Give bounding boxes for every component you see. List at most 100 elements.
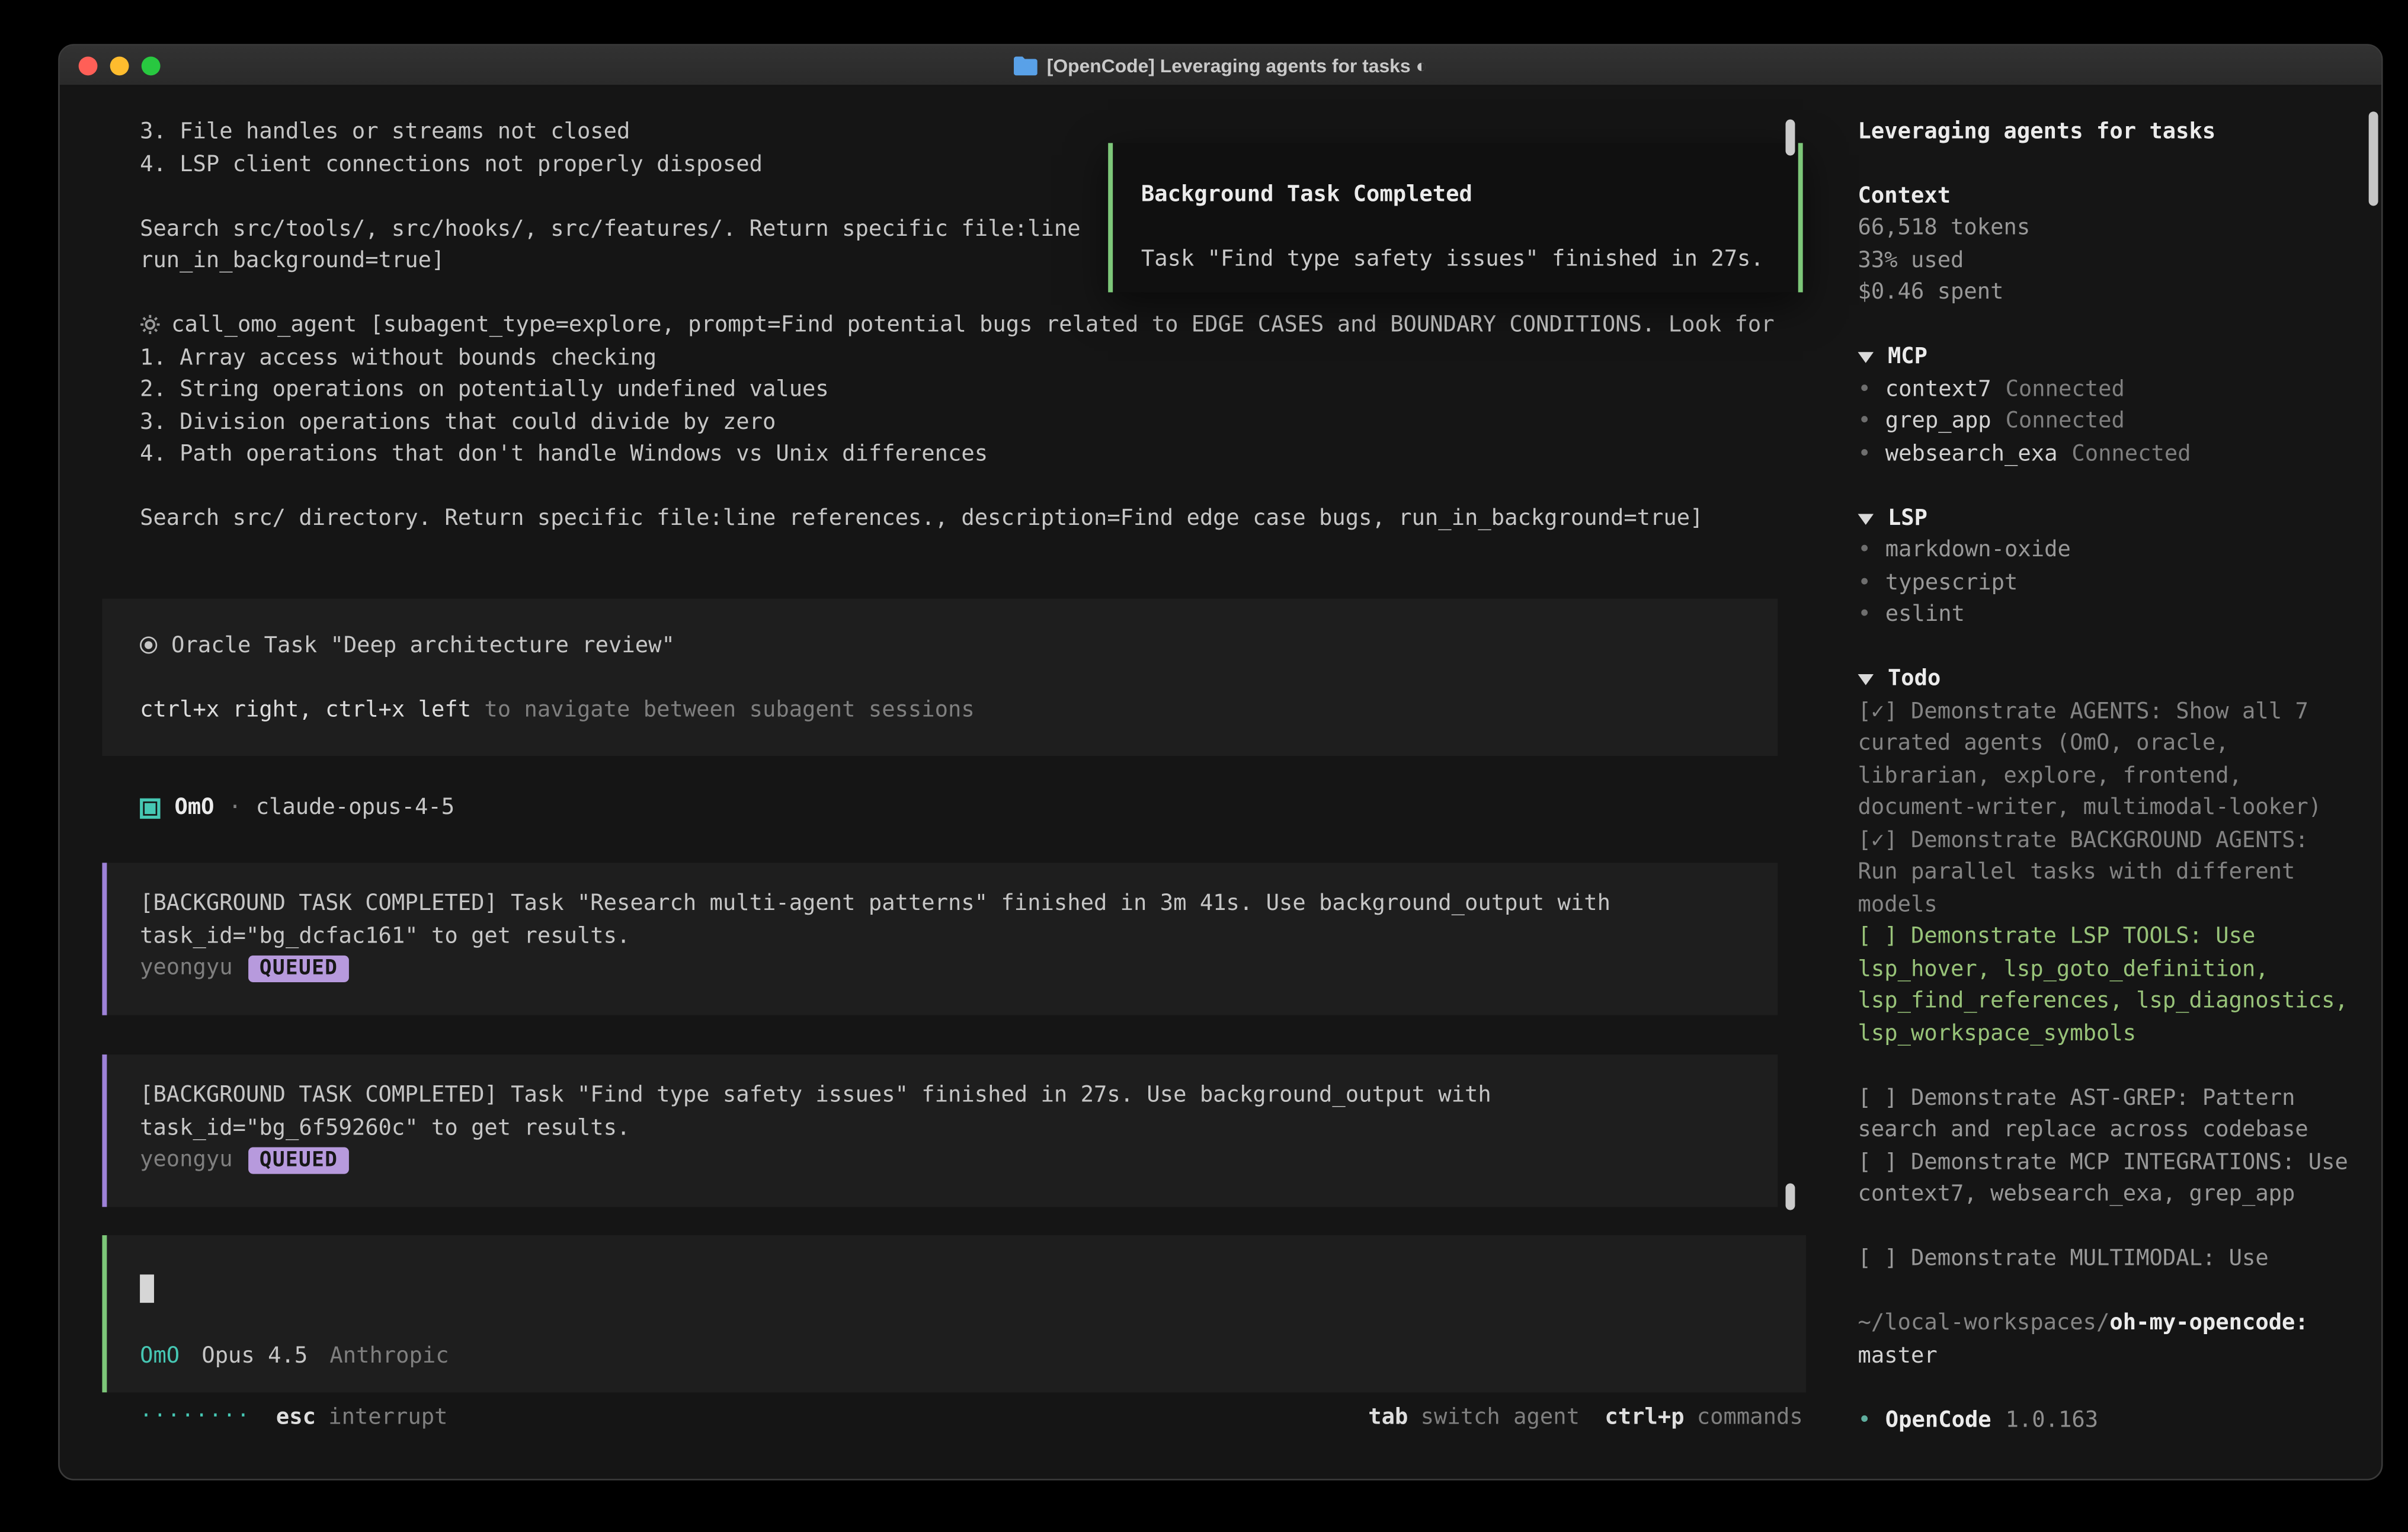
oracle-task-box: Oracle Task "Deep architecture review" c… (102, 599, 1778, 756)
workspace-path: ~/local-workspaces/oh-my-opencode: maste… (1858, 1308, 2352, 1373)
tab-key: tab (1368, 1402, 1408, 1434)
context-spent: $0.46 spent (1858, 277, 2352, 309)
queued-message: [BACKGROUND TASK COMPLETED] Task "Resear… (102, 863, 1778, 1015)
input-provider-name: Anthropic (329, 1339, 449, 1371)
tool-call-line: call_omo_agent [subagent_type=explore, p… (60, 310, 1806, 342)
commands-label: commands (1697, 1402, 1803, 1434)
todo-checkbox: [✓] (1858, 828, 1898, 852)
oracle-hint: ctrl+x right, ctrl+x left to navigate be… (140, 695, 1740, 727)
commands-hint: ctrl+p commands (1605, 1402, 1802, 1434)
traffic-lights (79, 46, 161, 86)
input-agent-name: OmO (140, 1339, 180, 1371)
transcript-line: 4. Path operations that don't handle Win… (60, 438, 1806, 470)
tab-label: switch agent (1421, 1402, 1580, 1434)
todo-item: [ ] Demonstrate MCP INTEGRATIONS: Use co… (1858, 1147, 2352, 1212)
status-dot: • (1858, 1405, 1871, 1437)
input-model-name: Opus 4.5 (201, 1339, 308, 1371)
workspace-dir: ~/local-workspaces/ (1858, 1311, 2110, 1336)
todo-item-active: [ ] Demonstrate LSP TOOLS: Use lsp_hover… (1858, 921, 2352, 1050)
todo-text: Demonstrate MULTIMODAL: Use (1911, 1246, 2269, 1271)
todo-checkbox: [ ] (1858, 1246, 1898, 1271)
todo-checkbox: [✓] (1858, 699, 1898, 724)
fisheye-icon (140, 636, 157, 653)
window-title: [OpenCode] Leveraging agents for tasks ◐ (1047, 55, 1427, 76)
agent-model: claude-opus-4-5 (256, 792, 454, 824)
message-text: [BACKGROUND TASK COMPLETED] Task "Find t… (140, 1079, 1746, 1144)
transcript-line: 3. Division operations that could divide… (60, 406, 1806, 438)
todo-text: Demonstrate BACKGROUND AGENTS: Run paral… (1858, 828, 2308, 917)
todo-text: Demonstrate MCP INTEGRATIONS: Use contex… (1858, 1150, 2348, 1207)
workspace-repo: oh-my-opencode: (2109, 1311, 2308, 1336)
agent-separator: · (228, 792, 241, 824)
mcp-item: grep_app Connected (1858, 406, 2352, 438)
transcript-line: 2. String operations on potentially unde… (60, 374, 1806, 406)
lsp-name: eslint (1885, 602, 1965, 627)
chevron-down-icon (1858, 352, 1874, 363)
mcp-status: Connected (2071, 441, 2191, 466)
text-cursor (140, 1274, 154, 1303)
todo-text: Demonstrate AGENTS: Show all 7 curated a… (1858, 699, 2322, 821)
todo-section-header[interactable]: Todo (1858, 664, 2352, 696)
zoom-window-button[interactable] (142, 56, 161, 75)
context-tokens: 66,518 tokens (1858, 213, 2352, 245)
app-version: 1.0.163 (2006, 1405, 2099, 1437)
close-window-button[interactable] (79, 56, 98, 75)
message-text: [BACKGROUND TASK COMPLETED] Task "Resear… (140, 888, 1746, 953)
sidebar-scrollbar-thumb[interactable] (2369, 111, 2378, 206)
context-heading: Context (1858, 180, 2352, 212)
todo-heading: Todo (1888, 664, 1941, 696)
background-task-toast[interactable]: Background Task Completed Task "Find typ… (1108, 143, 1803, 292)
screen: [OpenCode] Leveraging agents for tasks ◐… (0, 0, 2408, 1532)
mcp-name: context7 (1885, 377, 1991, 402)
mcp-heading: MCP (1888, 341, 1927, 373)
gear-icon (140, 315, 160, 335)
lsp-name: markdown-oxide (1885, 538, 2071, 563)
mcp-section-header[interactable]: MCP (1858, 341, 2352, 373)
oracle-task-title: Oracle Task "Deep architecture review" (171, 633, 675, 658)
lsp-heading: LSP (1888, 502, 1927, 534)
transcript-line: 1. Array access without bounds checking (60, 342, 1806, 374)
oracle-task-title-row: Oracle Task "Deep architecture review" (140, 630, 1740, 662)
esc-key: esc (276, 1402, 316, 1434)
transcript-scrollbar-thumb[interactable] (1786, 120, 1795, 156)
queued-badge: QUEUED (248, 955, 349, 982)
toast-title: Background Task Completed (1141, 179, 1776, 211)
prompt-input[interactable]: OmO Opus 4.5 Anthropic (102, 1235, 1806, 1392)
workspace-branch: master (1858, 1343, 1938, 1368)
lsp-item: eslint (1858, 599, 2352, 631)
todo-item: [ ] Demonstrate MULTIMODAL: Use (1858, 1243, 2352, 1275)
mcp-name: grep_app (1885, 409, 1991, 434)
input-meta: OmO Opus 4.5 Anthropic (140, 1339, 449, 1371)
session-title: Leveraging agents for tasks (1858, 116, 2352, 148)
mcp-status: Connected (2006, 409, 2125, 434)
queued-badge: QUEUED (248, 1147, 349, 1174)
mcp-name: websearch_exa (1885, 441, 2058, 466)
transcript-scrollbar-thumb[interactable] (1786, 1184, 1795, 1210)
agent-header: OmO · claude-opus-4-5 (60, 792, 1806, 824)
ctrl-p-key: ctrl+p (1605, 1402, 1684, 1434)
oracle-hint-text: to navigate between subagent sessions (471, 698, 975, 723)
todo-item: [ ] Demonstrate AST-GREP: Pattern search… (1858, 1082, 2352, 1147)
queued-message: [BACKGROUND TASK COMPLETED] Task "Find t… (102, 1055, 1778, 1207)
message-author: yeongyu (140, 1144, 233, 1176)
esc-label: interrupt (328, 1402, 447, 1434)
transcript-pane: 3. File handles or streams not closed 4.… (60, 86, 1806, 1480)
agent-name: OmO (174, 792, 214, 824)
todo-checkbox: [ ] (1858, 924, 1898, 949)
app-version-footer: • OpenCode 1.0.163 (1858, 1405, 2352, 1437)
session-sidebar: Leveraging agents for tasks Context 66,5… (1806, 86, 2381, 1480)
message-author: yeongyu (140, 953, 233, 985)
mcp-item: websearch_exa Connected (1858, 438, 2352, 470)
toast-body: Task "Find type safety issues" finished … (1141, 243, 1776, 275)
todo-item: [✓] Demonstrate AGENTS: Show all 7 curat… (1858, 696, 2352, 825)
working-spinner: ········ (140, 1402, 251, 1434)
chevron-down-icon (1858, 674, 1874, 685)
lsp-section-header[interactable]: LSP (1858, 502, 2352, 534)
esc-hint: esc interrupt (276, 1402, 448, 1434)
todo-text: Demonstrate AST-GREP: Pattern search and… (1858, 1085, 2308, 1143)
lsp-item: typescript (1858, 567, 2352, 599)
minimize-window-button[interactable] (110, 56, 129, 75)
window-titlebar[interactable]: [OpenCode] Leveraging agents for tasks ◐ (60, 46, 2381, 86)
context-used: 33% used (1858, 245, 2352, 277)
window-title-area: [OpenCode] Leveraging agents for tasks ◐ (60, 55, 2381, 76)
